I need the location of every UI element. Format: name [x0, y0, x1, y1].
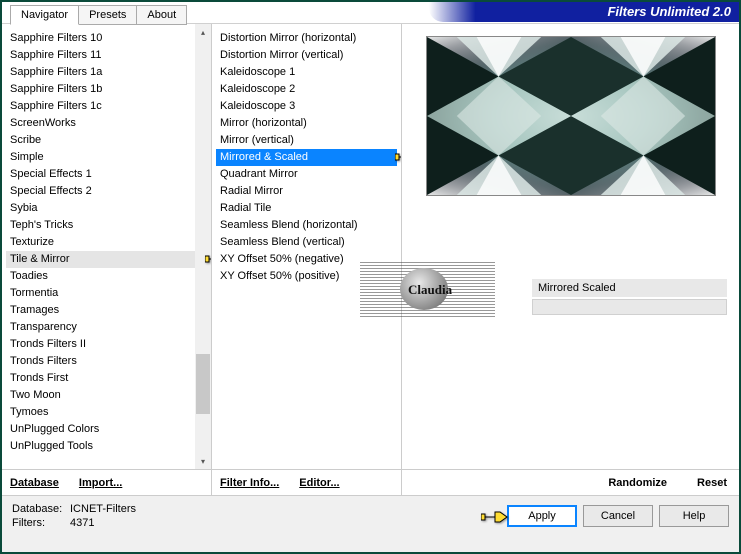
main-area: Sapphire Filters 10Sapphire Filters 11Sa… — [2, 24, 739, 496]
status-bar: Database:ICNET-Filters Filters:4371 Appl… — [2, 496, 739, 552]
preview-panel: Claudia Mirrored Scaled Randomize Reset — [402, 24, 739, 495]
filter-list[interactable]: Distortion Mirror (horizontal)Distortion… — [212, 24, 401, 469]
scroll-down-icon[interactable]: ▾ — [195, 453, 211, 469]
filter-item[interactable]: Mirrored & Scaled — [216, 149, 397, 166]
category-item[interactable]: Tronds Filters — [6, 353, 207, 370]
filter-item[interactable]: Seamless Blend (vertical) — [216, 234, 397, 251]
category-item[interactable]: Teph's Tricks — [6, 217, 207, 234]
category-scrollbar[interactable]: ▴ ▾ — [195, 24, 211, 469]
filters-count-value: 4371 — [70, 517, 94, 529]
category-item[interactable]: Toadies — [6, 268, 207, 285]
filter-panel: Distortion Mirror (horizontal)Distortion… — [212, 24, 402, 495]
category-item[interactable]: Scribe — [6, 132, 207, 149]
filter-item[interactable]: Radial Mirror — [216, 183, 397, 200]
apply-button[interactable]: Apply — [507, 505, 577, 527]
filters-count-label: Filters: — [12, 516, 70, 530]
action-buttons: Apply Cancel Help — [507, 502, 729, 546]
category-item[interactable]: Sapphire Filters 1b — [6, 81, 207, 98]
category-item[interactable]: Texturize — [6, 234, 207, 251]
category-item[interactable]: UnPlugged Colors — [6, 421, 207, 438]
filter-item[interactable]: Quadrant Mirror — [216, 166, 397, 183]
category-item[interactable]: Sapphire Filters 1a — [6, 64, 207, 81]
category-item[interactable]: Sapphire Filters 10 — [6, 30, 207, 47]
filter-item[interactable]: Radial Tile — [216, 200, 397, 217]
category-item[interactable]: Transparency — [6, 319, 207, 336]
filter-item[interactable]: Mirror (vertical) — [216, 132, 397, 149]
db-label: Database: — [12, 502, 70, 516]
filter-footer: Filter Info... Editor... — [212, 469, 401, 495]
app-title: Filters Unlimited 2.0 — [429, 2, 739, 22]
category-item[interactable]: Sapphire Filters 1c — [6, 98, 207, 115]
parameter-label: Mirrored Scaled — [532, 279, 727, 297]
category-item[interactable]: Simple — [6, 149, 207, 166]
category-list[interactable]: Sapphire Filters 10Sapphire Filters 11Sa… — [2, 24, 211, 469]
randomize-button[interactable]: Randomize — [608, 477, 667, 489]
category-item[interactable]: Tronds First — [6, 370, 207, 387]
database-button[interactable]: Database — [10, 477, 59, 489]
cancel-button[interactable]: Cancel — [583, 505, 653, 527]
filter-item[interactable]: Seamless Blend (horizontal) — [216, 217, 397, 234]
preview-image — [426, 36, 716, 196]
filter-item[interactable]: Distortion Mirror (horizontal) — [216, 30, 397, 47]
category-item[interactable]: Tormentia — [6, 285, 207, 302]
filter-item[interactable]: Kaleidoscope 3 — [216, 98, 397, 115]
category-item[interactable]: Special Effects 1 — [6, 166, 207, 183]
db-value: ICNET-Filters — [70, 503, 136, 515]
category-item[interactable]: Tile & Mirror — [6, 251, 207, 268]
tab-navigator[interactable]: Navigator — [10, 5, 79, 25]
scroll-up-icon[interactable]: ▴ — [195, 24, 211, 40]
watermark: Claudia — [360, 262, 495, 318]
filter-item[interactable]: Mirror (horizontal) — [216, 115, 397, 132]
header-bar: NavigatorPresetsAbout Filters Unlimited … — [2, 2, 739, 24]
category-item[interactable]: Tymoes — [6, 404, 207, 421]
parameter-bar[interactable] — [532, 299, 727, 315]
editor-button[interactable]: Editor... — [299, 477, 339, 489]
import-button[interactable]: Import... — [79, 477, 122, 489]
category-item[interactable]: Tramages — [6, 302, 207, 319]
scroll-thumb[interactable] — [196, 354, 210, 414]
category-item[interactable]: Sapphire Filters 11 — [6, 47, 207, 64]
filter-item[interactable]: Kaleidoscope 2 — [216, 81, 397, 98]
category-item[interactable]: Special Effects 2 — [6, 183, 207, 200]
pointer-icon — [395, 146, 401, 168]
category-list-wrap: Sapphire Filters 10Sapphire Filters 11Sa… — [2, 24, 211, 469]
category-item[interactable]: Tronds Filters II — [6, 336, 207, 353]
tab-presets[interactable]: Presets — [78, 5, 137, 25]
preview-footer: Randomize Reset — [402, 469, 739, 495]
filter-info-button[interactable]: Filter Info... — [220, 477, 279, 489]
help-button[interactable]: Help — [659, 505, 729, 527]
filter-item[interactable]: Distortion Mirror (vertical) — [216, 47, 397, 64]
category-item[interactable]: Sybia — [6, 200, 207, 217]
tab-about[interactable]: About — [136, 5, 187, 25]
filter-item[interactable]: Kaleidoscope 1 — [216, 64, 397, 81]
status-info: Database:ICNET-Filters Filters:4371 — [12, 502, 136, 546]
filter-list-wrap: Distortion Mirror (horizontal)Distortion… — [212, 24, 401, 469]
tabs: NavigatorPresetsAbout — [10, 5, 186, 25]
category-item[interactable]: Two Moon — [6, 387, 207, 404]
category-footer: Database Import... — [2, 469, 211, 495]
category-item[interactable]: UnPlugged Tools — [6, 438, 207, 455]
category-item[interactable]: ScreenWorks — [6, 115, 207, 132]
category-panel: Sapphire Filters 10Sapphire Filters 11Sa… — [2, 24, 212, 495]
reset-button[interactable]: Reset — [697, 477, 727, 489]
